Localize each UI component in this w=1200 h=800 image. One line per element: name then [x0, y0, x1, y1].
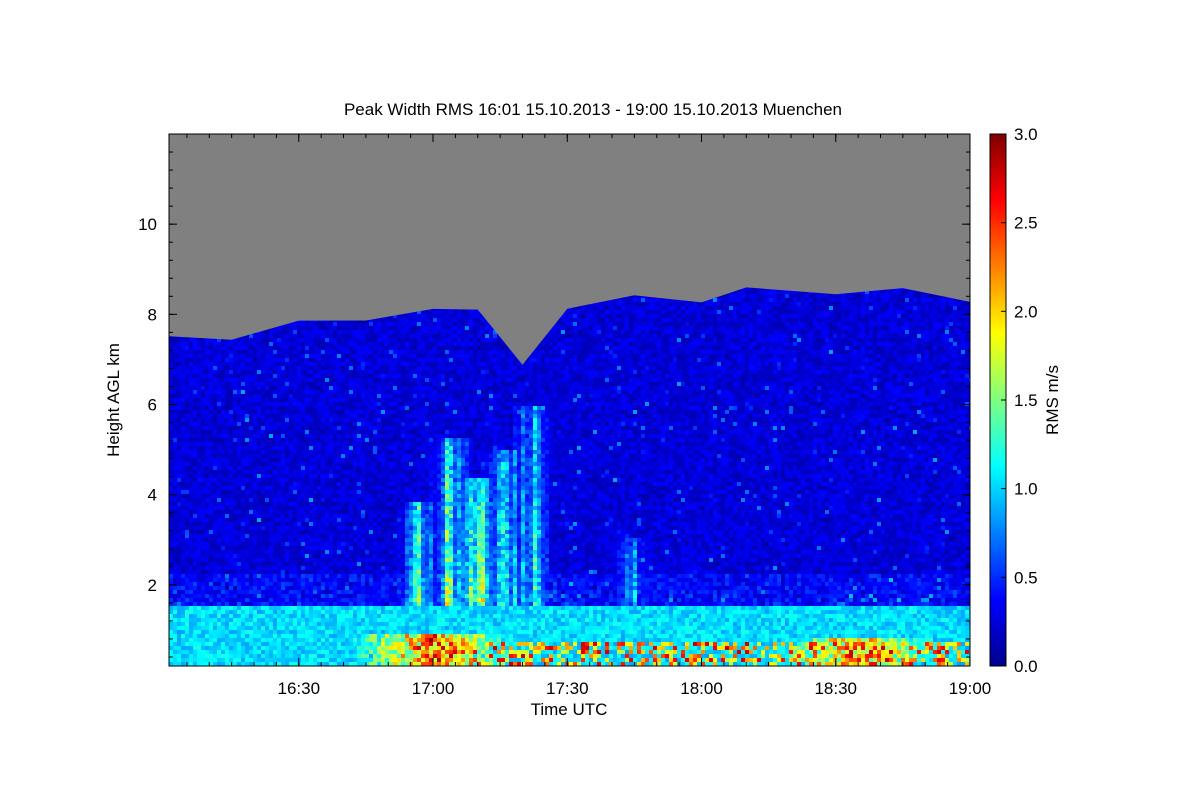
colorbar-label: RMS m/s [1043, 365, 1062, 435]
y-tick-label: 6 [148, 396, 157, 415]
chart-canvas: Peak Width RMS 16:01 15.10.2013 - 19:00 … [0, 0, 1200, 800]
colorbar-tick-label: 1.0 [1014, 480, 1038, 499]
colorbar-tick-label: 0.5 [1014, 568, 1038, 587]
plot-area [169, 134, 974, 667]
x-tick-label: 17:00 [412, 679, 455, 698]
chart-title: Peak Width RMS 16:01 15.10.2013 - 19:00 … [344, 100, 842, 119]
colorbar-tick-label: 2.5 [1014, 214, 1038, 233]
colorbar: 0.0 0.5 1.0 1.5 2.0 2.5 3.0 RMS m/s [990, 125, 1062, 676]
x-tick-label: 16:30 [277, 679, 320, 698]
y-axis-label: Height AGL km [104, 343, 123, 457]
x-tick-label: 18:00 [680, 679, 723, 698]
y-tick-label: 8 [148, 305, 157, 324]
x-tick-label: 17:30 [546, 679, 589, 698]
colorbar-tick-label: 0.0 [1014, 657, 1038, 676]
y-tick-label: 10 [138, 215, 157, 234]
colorbar-tick-label: 3.0 [1014, 125, 1038, 144]
y-tick-label: 2 [148, 576, 157, 595]
x-axis-label: Time UTC [531, 700, 608, 719]
y-tick-label: 4 [148, 486, 157, 505]
x-tick-label: 18:30 [814, 679, 857, 698]
colorbar-tick-label: 2.0 [1014, 302, 1038, 321]
x-tick-label: 19:00 [949, 679, 992, 698]
colorbar-tick-label: 1.5 [1014, 391, 1038, 410]
